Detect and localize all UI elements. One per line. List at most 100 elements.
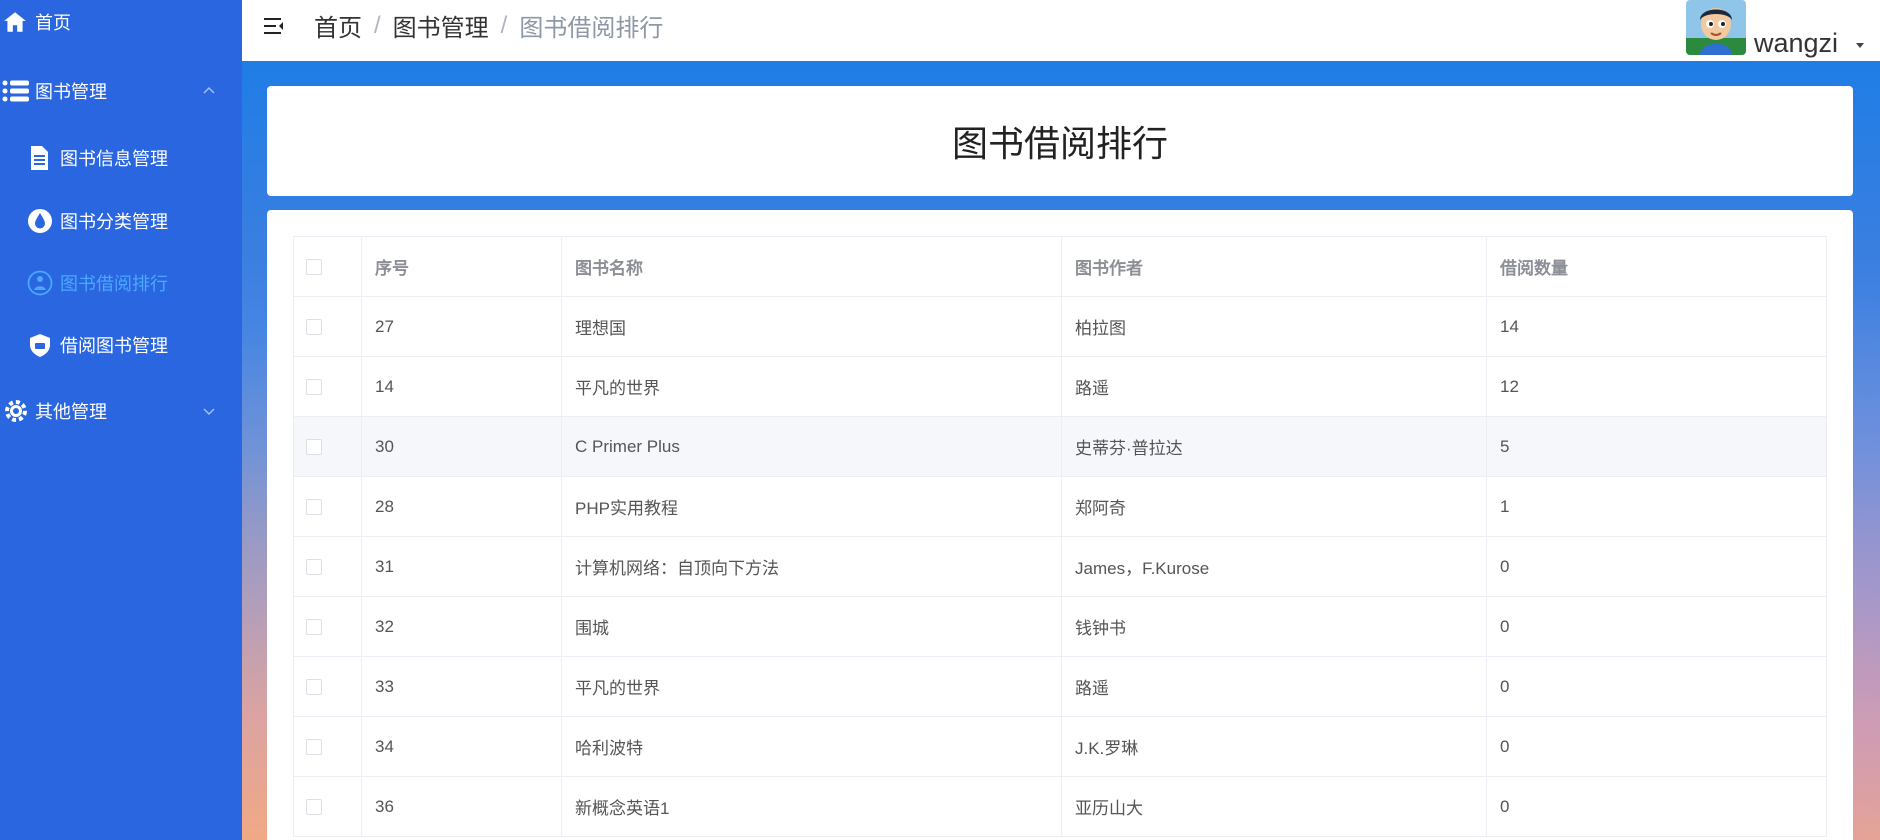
menu-collapse-icon[interactable] (262, 14, 286, 38)
gear-icon (2, 397, 30, 425)
select-all-checkbox[interactable] (306, 259, 322, 276)
sidebar-item-borrow-ranking[interactable]: 图书借阅排行 (0, 255, 242, 311)
row-checkbox[interactable] (306, 799, 322, 816)
sidebar-item-label: 图书借阅排行 (60, 274, 168, 294)
sidebar-item-label: 首页 (35, 13, 71, 33)
cell-name: 哈利波特 (561, 716, 1062, 777)
document-icon (27, 145, 51, 171)
row-checkbox[interactable] (306, 499, 322, 516)
table-row[interactable]: 14 平凡的世界 路遥 12 (293, 356, 1827, 417)
sidebar-item-label: 借阅图书管理 (60, 336, 168, 356)
sidebar-item-other-management[interactable]: 其他管理 (0, 383, 242, 439)
select-all-cell (293, 236, 362, 297)
breadcrumb-current: 图书借阅排行 (519, 15, 664, 42)
drop-icon (27, 208, 53, 234)
table-row[interactable]: 31 计算机网络：自顶向下方法 James，F.Kurose 0 (293, 536, 1827, 597)
cell-id: 28 (361, 476, 562, 537)
sidebar-item-book-management[interactable]: 图书管理 (0, 63, 242, 119)
cell-author: James，F.Kurose (1061, 536, 1487, 597)
table-row[interactable]: 33 平凡的世界 路遥 0 (293, 656, 1827, 717)
cell-id: 34 (361, 716, 562, 777)
cell-author: 柏拉图 (1061, 296, 1487, 357)
row-checkbox[interactable] (306, 739, 322, 756)
cell-author: 史蒂芬·普拉达 (1061, 416, 1487, 477)
breadcrumb-book-management[interactable]: 图书管理 (393, 8, 489, 43)
cell-author: 钱钟书 (1061, 596, 1487, 657)
cell-count: 12 (1486, 356, 1827, 417)
sidebar-item-book-category[interactable]: 图书分类管理 (0, 193, 242, 249)
table-row[interactable]: 34 哈利波特 J.K.罗琳 0 (293, 716, 1827, 777)
breadcrumb-home[interactable]: 首页 (314, 8, 362, 43)
cell-id: 14 (361, 356, 562, 417)
cell-count: 0 (1486, 776, 1827, 837)
cell-count: 14 (1486, 296, 1827, 357)
list-icon (2, 78, 30, 104)
cell-count: 0 (1486, 536, 1827, 597)
page-title: 图书借阅排行 (951, 123, 1168, 164)
cell-name: PHP实用教程 (561, 476, 1062, 537)
chevron-down-icon (200, 402, 218, 420)
cell-id: 32 (361, 596, 562, 657)
table-row[interactable]: 28 PHP实用教程 郑阿奇 1 (293, 476, 1827, 537)
cell-author: 亚历山大 (1061, 776, 1487, 837)
title-card: 图书借阅排行 (267, 86, 1853, 196)
row-checkbox[interactable] (306, 559, 322, 576)
cell-count: 0 (1486, 596, 1827, 657)
cell-name: 围城 (561, 596, 1062, 657)
column-header-author[interactable]: 图书作者 (1061, 236, 1487, 297)
column-header-name[interactable]: 图书名称 (561, 236, 1062, 297)
table-row[interactable]: 27 理想国 柏拉图 14 (293, 296, 1827, 357)
column-header-count[interactable]: 借阅数量 (1486, 236, 1827, 297)
cell-name: 新概念英语1 (561, 776, 1062, 837)
cell-id: 30 (361, 416, 562, 477)
breadcrumb-separator: / (500, 11, 508, 39)
cell-name: 平凡的世界 (561, 356, 1062, 417)
row-checkbox[interactable] (306, 379, 322, 396)
cell-author: 路遥 (1061, 356, 1487, 417)
table-row[interactable]: 36 新概念英语1 亚历山大 0 (293, 776, 1827, 837)
row-checkbox[interactable] (306, 319, 322, 336)
cell-count: 1 (1486, 476, 1827, 537)
row-checkbox[interactable] (306, 619, 322, 636)
home-icon (2, 9, 28, 35)
sidebar-item-borrowed-books[interactable]: 借阅图书管理 (0, 317, 242, 373)
cell-author: 郑阿奇 (1061, 476, 1487, 537)
cell-id: 27 (361, 296, 562, 357)
cell-name: 平凡的世界 (561, 656, 1062, 717)
row-checkbox[interactable] (306, 439, 322, 456)
column-header-id[interactable]: 序号 (361, 236, 562, 297)
users-icon (27, 270, 53, 296)
shield-icon (27, 332, 53, 358)
breadcrumb: 首页 / 图书管理 / 图书借阅排行 (314, 8, 663, 43)
cell-name: 计算机网络：自顶向下方法 (561, 536, 1062, 597)
row-checkbox[interactable] (306, 679, 322, 696)
table-header-row: 序号 图书名称 图书作者 借阅数量 (293, 236, 1827, 297)
cell-id: 31 (361, 536, 562, 597)
cell-id: 36 (361, 776, 562, 837)
sidebar-item-label: 图书管理 (35, 82, 107, 102)
table-card: 序号 图书名称 图书作者 借阅数量 27 理想国 柏拉图 14 14 平凡的世界… (267, 210, 1853, 840)
sidebar: 首页 图书管理 图书信息管理 图书分类管理 图书借阅排行 借阅图书管理 其他管理 (0, 0, 242, 840)
username[interactable]: wangzi (1754, 28, 1838, 59)
table-row[interactable]: 32 围城 钱钟书 0 (293, 596, 1827, 657)
cell-count: 5 (1486, 416, 1827, 477)
breadcrumb-separator: / (374, 11, 381, 39)
cell-id: 33 (361, 656, 562, 717)
avatar[interactable] (1686, 0, 1746, 55)
ranking-table: 序号 图书名称 图书作者 借阅数量 27 理想国 柏拉图 14 14 平凡的世界… (293, 236, 1827, 837)
sidebar-item-label: 图书分类管理 (60, 212, 168, 232)
chevron-up-icon (200, 82, 218, 100)
sidebar-item-label: 图书信息管理 (60, 149, 168, 169)
sidebar-item-home[interactable]: 首页 (0, 0, 242, 50)
cell-name: C Primer Plus (561, 416, 1062, 477)
caret-down-icon[interactable] (1854, 38, 1866, 50)
cell-count: 0 (1486, 656, 1827, 717)
top-header: 首页 / 图书管理 / 图书借阅排行 wangzi (242, 0, 1880, 61)
cell-author: J.K.罗琳 (1061, 716, 1487, 777)
table-row[interactable]: 30 C Primer Plus 史蒂芬·普拉达 5 (293, 416, 1827, 477)
sidebar-item-book-info[interactable]: 图书信息管理 (0, 130, 242, 186)
cell-name: 理想国 (561, 296, 1062, 357)
sidebar-item-label: 其他管理 (35, 402, 107, 422)
cell-author: 路遥 (1061, 656, 1487, 717)
cell-count: 0 (1486, 716, 1827, 777)
